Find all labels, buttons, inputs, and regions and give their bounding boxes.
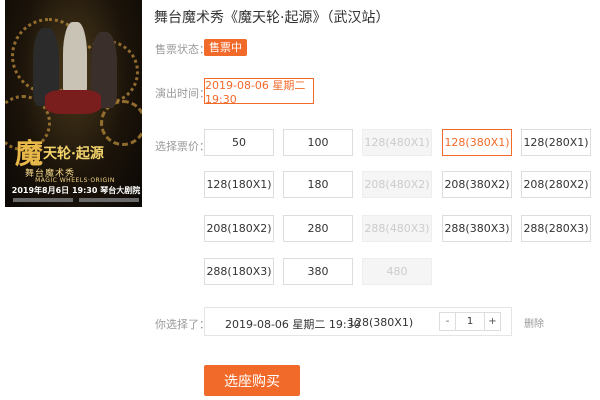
sponsor-logos [13, 198, 139, 204]
price-option[interactable]: 380 [283, 258, 353, 285]
price-option[interactable]: 208(180X2) [204, 215, 274, 242]
quantity-input[interactable]: 1 [455, 313, 485, 330]
price-option: 480 [362, 258, 432, 285]
selected-time: 2019-08-06 星期二 19:30 [225, 318, 361, 331]
price-option[interactable]: 128(280X1) [521, 129, 591, 156]
selection-summary: 2019-08-06 星期二 19:30 128(380X1) - 1 + [204, 307, 512, 336]
price-option[interactable]: 128(180X1) [204, 171, 274, 198]
price-option[interactable]: 100 [283, 129, 353, 156]
selection-label: 你选择了： [155, 318, 210, 331]
price-option[interactable]: 208(380X2) [442, 171, 512, 198]
status-label: 售票状态： [155, 43, 210, 56]
price-label: 选择票价： [155, 140, 210, 153]
showtime-label: 演出时间： [155, 87, 210, 100]
decrement-button[interactable]: - [440, 313, 455, 330]
price-option[interactable]: 128(380X1) [442, 129, 512, 156]
performer-figure [45, 90, 101, 114]
status-badge: 售票中 [204, 39, 247, 56]
price-option[interactable]: 288(280X3) [521, 215, 591, 242]
selected-price: 128(380X1) [348, 316, 414, 329]
price-option[interactable]: 288(180X3) [204, 258, 274, 285]
poster-title: 魔天轮·起源 [15, 137, 104, 170]
delete-link[interactable]: 删除 [524, 315, 544, 330]
price-option[interactable]: 180 [283, 171, 353, 198]
price-option: 208(480X2) [362, 171, 432, 198]
price-option: 288(480X3) [362, 215, 432, 242]
quantity-stepper: - 1 + [439, 312, 501, 331]
price-option[interactable]: 50 [204, 129, 274, 156]
poster-english-title: MAGIC WHEELS·ORIGIN [35, 177, 115, 184]
buy-button[interactable]: 选座购买 [204, 365, 300, 396]
price-option[interactable]: 208(280X2) [521, 171, 591, 198]
event-poster: 魔天轮·起源 舞台魔术秀 MAGIC WHEELS·ORIGIN 2019年8月… [5, 0, 142, 207]
price-option: 128(480X1) [362, 129, 432, 156]
increment-button[interactable]: + [485, 313, 500, 330]
price-option[interactable]: 280 [283, 215, 353, 242]
poster-date-venue: 2019年8月6日 19:30 琴台大剧院 [11, 186, 141, 195]
page-title: 舞台魔术秀《魔天轮·起源》（武汉站） [154, 10, 390, 26]
showtime-option[interactable]: 2019-08-06 星期二 19:30 [204, 78, 314, 106]
price-option[interactable]: 288(380X3) [442, 215, 512, 242]
